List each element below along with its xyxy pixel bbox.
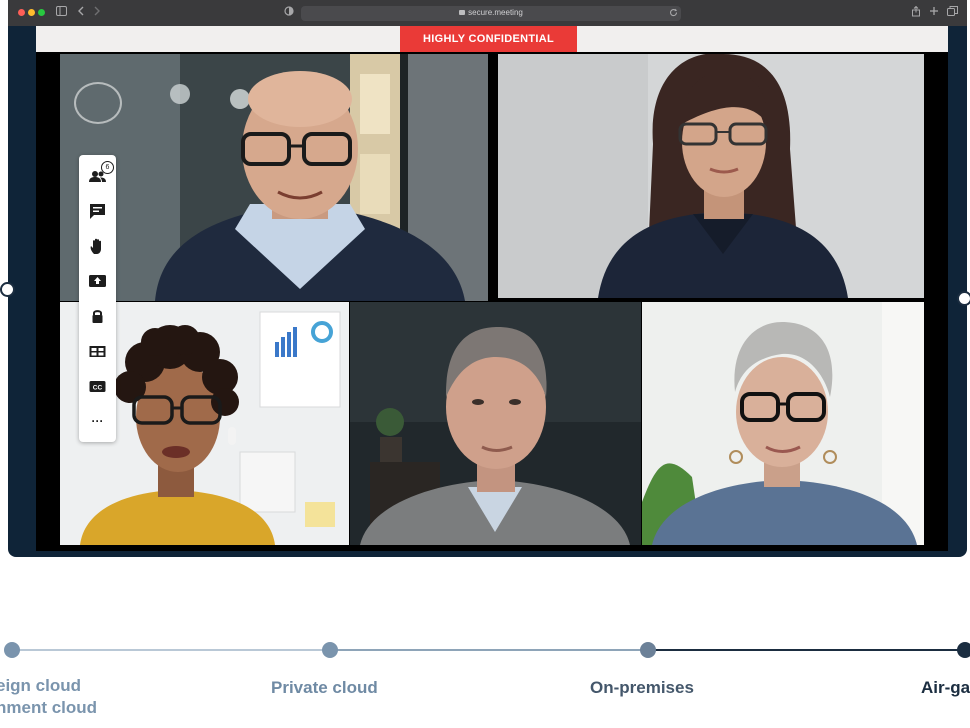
address-bar[interactable]: secure.meeting xyxy=(301,6,681,21)
participant-video-tile[interactable] xyxy=(498,54,924,298)
raise-hand-button[interactable] xyxy=(88,237,107,256)
captions-button[interactable]: CC xyxy=(88,377,107,396)
browser-window: secure.meeting HIGHLY CONFIDENTIAL 6 CC … xyxy=(8,0,967,557)
left-resize-handle[interactable] xyxy=(0,282,15,297)
timeline-segment xyxy=(330,649,648,651)
share-screen-button[interactable] xyxy=(88,272,107,291)
tabs-icon[interactable] xyxy=(947,6,958,20)
timeline-node-sovereign[interactable] xyxy=(4,642,20,658)
sidebar-icon[interactable] xyxy=(56,6,67,20)
timeline-segment xyxy=(648,649,966,651)
right-resize-handle[interactable] xyxy=(957,291,970,306)
participant-video-tile[interactable] xyxy=(642,302,924,545)
participant-video-tile[interactable] xyxy=(60,54,488,301)
raise-hand-icon xyxy=(90,238,101,254)
more-icon: ··· xyxy=(91,414,104,428)
share-screen-icon xyxy=(89,275,106,287)
classification-banner: HIGHLY CONFIDENTIAL xyxy=(400,26,577,52)
minimize-window-button[interactable] xyxy=(28,9,35,16)
timeline-label-air-gapped[interactable]: Air-ga xyxy=(921,677,970,699)
timeline-node-air-gapped[interactable] xyxy=(957,642,970,658)
lock-meeting-button[interactable] xyxy=(88,307,107,326)
video-meeting-stage: HIGHLY CONFIDENTIAL 6 CC ··· xyxy=(36,26,948,551)
logo-emblem-icon xyxy=(74,82,122,124)
close-window-button[interactable] xyxy=(18,9,25,16)
participant-count-badge: 6 xyxy=(101,161,114,174)
chat-icon xyxy=(90,204,105,219)
participant-video-tile[interactable] xyxy=(350,302,641,545)
timeline-segment xyxy=(12,649,330,651)
participants-button[interactable]: 6 xyxy=(88,161,114,186)
lock-icon xyxy=(92,310,103,323)
browser-titlebar: secure.meeting xyxy=(8,0,967,26)
timeline-node-private[interactable] xyxy=(322,642,338,658)
back-icon[interactable] xyxy=(77,6,85,20)
url-text: secure.meeting xyxy=(468,8,523,17)
timeline-label-government[interactable]: nment cloud xyxy=(0,697,97,719)
maximize-window-button[interactable] xyxy=(38,9,45,16)
privacy-icon[interactable] xyxy=(284,6,294,20)
forward-icon[interactable] xyxy=(93,6,101,20)
timeline-node-on-premises[interactable] xyxy=(640,642,656,658)
timeline-label-private-cloud[interactable]: Private cloud xyxy=(271,677,378,699)
reload-icon[interactable] xyxy=(669,7,678,21)
captions-icon: CC xyxy=(89,381,106,392)
meeting-toolbar: 6 CC ··· xyxy=(79,155,116,442)
timeline-label-on-premises[interactable]: On-premises xyxy=(590,677,694,699)
timeline-label-sovereign[interactable]: eign cloud xyxy=(0,675,81,697)
layout-icon xyxy=(89,346,106,357)
lock-icon xyxy=(459,10,466,15)
more-button[interactable]: ··· xyxy=(88,412,107,431)
new-tab-icon[interactable] xyxy=(929,6,939,20)
layout-button[interactable] xyxy=(88,342,107,361)
captions-label: CC xyxy=(93,385,103,392)
chat-button[interactable] xyxy=(88,202,107,221)
share-icon[interactable] xyxy=(911,5,921,21)
